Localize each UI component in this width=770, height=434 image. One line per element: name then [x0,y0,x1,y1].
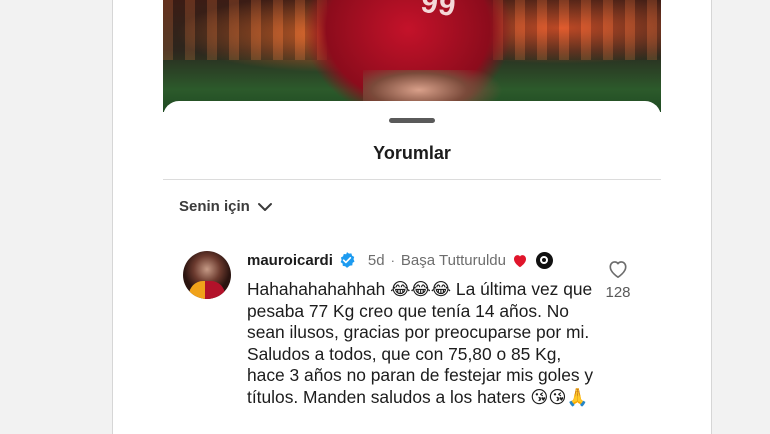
heart-icon [513,254,526,267]
right-edge [711,0,712,434]
comment-meta: mauroicardi 5d · Başa Tutturuldu [247,251,553,269]
left-background [0,0,112,434]
comment-filter-dropdown[interactable]: Senin için [179,198,273,215]
phone-screen: 99 Yorumlar Senin için mauroicardi 5d · … [113,0,711,434]
username[interactable]: mauroicardi [247,252,333,269]
filter-label: Senin için [179,198,250,215]
drag-handle[interactable] [389,118,435,123]
threads-icon[interactable] [535,251,553,269]
comment-time: 5d [367,251,385,269]
sheet-title: Yorumlar [373,143,451,163]
verified-badge-icon [340,252,355,268]
chevron-down-icon [257,202,272,211]
comment-text: Hahahahahahhah 😂😂😂 La última vez que pes… [247,279,594,407]
like-button[interactable]: 128 [598,259,638,301]
avatar-shirt [189,281,225,299]
comments-sheet: Yorumlar Senin için mauroicardi 5d · Baş… [163,101,661,434]
avatar[interactable] [183,251,231,299]
pinned-label: Başa Tutturuldu [400,251,506,269]
post-photo: 99 [163,0,661,112]
like-count: 128 [605,284,631,301]
divider [163,179,661,180]
heart-outline-icon [609,261,627,278]
right-background [712,0,770,434]
meta-separator: · [390,252,395,268]
